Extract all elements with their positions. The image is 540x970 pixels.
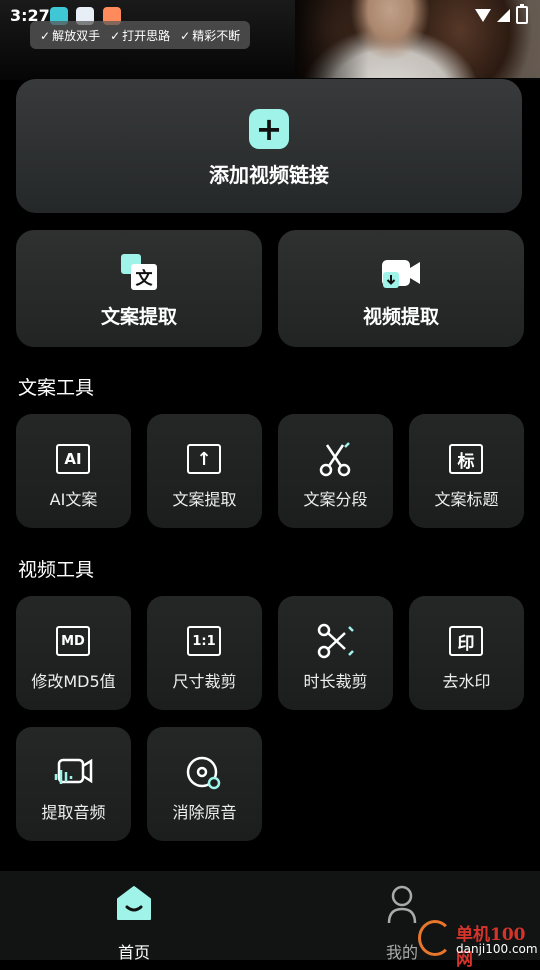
svg-text:文: 文 — [136, 268, 154, 289]
feature-tag: ✓ 打开思路 — [110, 28, 171, 43]
add-video-link-button[interactable]: + 添加视频链接 — [16, 79, 522, 213]
copy-extract-label: 文案提取 — [100, 306, 177, 328]
ai-icon: AI — [53, 439, 93, 479]
tool-remove-watermark[interactable]: 印 去水印 — [409, 596, 524, 710]
tool-label: 文案分段 — [303, 490, 368, 509]
cut-duration-icon — [317, 623, 354, 659]
tool-label: 尺寸裁剪 — [172, 672, 237, 691]
tool-copy-title[interactable]: 标 文案标题 — [409, 414, 524, 528]
ratio-icon: 1:1 — [184, 621, 224, 661]
profile-icon — [387, 885, 417, 924]
tool-copy-extract[interactable]: ↑ 文案提取 — [147, 414, 262, 528]
scissors-icon — [319, 442, 351, 477]
site-watermark: 单机100网 danji100.com — [416, 918, 540, 970]
check-icon: ✓ — [40, 28, 51, 43]
tool-ai-copy[interactable]: AI AI文案 — [16, 414, 131, 528]
tool-duration-cut[interactable]: 时长裁剪 — [278, 596, 393, 710]
status-right — [475, 4, 528, 24]
wifi-icon — [475, 8, 491, 22]
video-tools-title: 视频工具 — [18, 559, 95, 581]
nav-home[interactable]: 首页 — [104, 881, 164, 962]
tool-label: AI文案 — [49, 490, 98, 509]
copy-extract-card[interactable]: 文 文案提取 — [16, 230, 262, 347]
tool-copy-segment[interactable]: 文案分段 — [278, 414, 393, 528]
add-video-link-label: 添加视频链接 — [209, 163, 329, 187]
tool-label: 去水印 — [442, 672, 491, 691]
home-icon — [117, 886, 151, 920]
battery-icon — [516, 4, 528, 24]
copy-tools-title: 文案工具 — [18, 377, 95, 399]
video-download-icon — [382, 260, 420, 288]
upload-icon: ↑ — [184, 439, 224, 479]
plus-icon: + — [249, 109, 289, 149]
tool-size-crop[interactable]: 1:1 尺寸裁剪 — [147, 596, 262, 710]
tool-label: 文案标题 — [434, 490, 499, 509]
tool-extract-audio[interactable]: 提取音频 — [16, 727, 131, 841]
tool-label: 文案提取 — [172, 490, 237, 509]
signal-icon — [497, 8, 510, 22]
feature-tag: ✓ 解放双手 — [40, 28, 101, 43]
check-icon: ✓ — [110, 28, 121, 43]
tool-label: 时长裁剪 — [303, 672, 368, 691]
translate-icon: 文 — [121, 254, 157, 290]
tool-label: 消除原音 — [172, 803, 237, 822]
md5-icon: MD — [53, 621, 93, 661]
nav-home-label: 首页 — [117, 943, 150, 962]
watermark-url: danji100.com — [456, 942, 538, 956]
watermark-logo-icon — [418, 920, 452, 956]
feature-tag: ✓ 精彩不断 — [180, 28, 241, 43]
tool-remove-original-audio[interactable]: 消除原音 — [147, 727, 262, 841]
title-icon: 标 — [446, 439, 486, 479]
check-icon: ✓ — [180, 28, 191, 43]
mute-icon — [186, 756, 221, 790]
tool-label: 提取音频 — [41, 803, 106, 822]
audio-extract-icon — [54, 758, 93, 784]
video-extract-label: 视频提取 — [362, 306, 439, 328]
stamp-icon: 印 — [446, 621, 486, 661]
tool-label: 修改MD5值 — [31, 672, 116, 691]
tool-modify-md5[interactable]: MD 修改MD5值 — [16, 596, 131, 710]
feature-tags: ✓ 解放双手 ✓ 打开思路 ✓ 精彩不断 — [30, 21, 251, 49]
video-extract-card[interactable]: 视频提取 — [278, 230, 524, 347]
